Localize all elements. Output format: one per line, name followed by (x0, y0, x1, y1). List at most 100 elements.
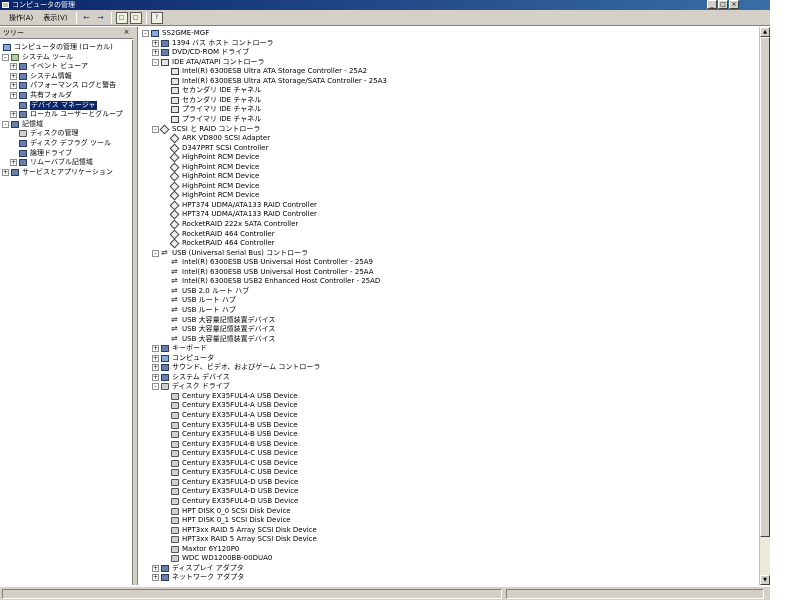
device-item-row[interactable]: - IDE ATA/ATAPI コントローラ (138, 58, 759, 68)
device-item-row[interactable]: Century EX35FUL4-D USB Device (138, 478, 759, 488)
device-item-row[interactable]: + DVD/CD-ROM ドライブ (138, 48, 759, 58)
expand-icon[interactable]: + (10, 82, 17, 90)
expand-icon[interactable]: + (152, 354, 159, 362)
device-item-row[interactable]: HighPoint RCM Device (138, 162, 759, 173)
collapse-icon[interactable]: - (152, 58, 159, 66)
device-item-row[interactable]: セカンダリ IDE チャネル (138, 96, 759, 106)
device-item-row[interactable]: RocketRAID 222x SATA Controller (138, 219, 759, 230)
device-item-row[interactable]: HPT DISK 0_0 SCSI Disk Device (138, 507, 759, 517)
tree-item-row[interactable]: - 記憶域 (0, 120, 132, 130)
device-item-row[interactable]: - ディスク ドライブ (138, 382, 759, 392)
device-item-row[interactable]: ⇌ USB 大容量記憶装置デバイス (138, 315, 759, 326)
device-item-row[interactable]: WDC WD1200BB-00DUA0 (138, 554, 759, 564)
tree-item-row[interactable]: デバイス マネージャ (0, 100, 132, 111)
tree-item-row[interactable]: + ローカル ユーザーとグループ (0, 110, 132, 120)
tree-item-row[interactable]: + パフォーマンス ログと警告 (0, 81, 132, 91)
device-item-row[interactable]: HPT374 UDMA/ATA133 RAID Controller (138, 209, 759, 220)
device-item-row[interactable]: Century EX35FUL4-B USB Device (138, 430, 759, 440)
device-item-row[interactable]: HighPoint RCM Device (138, 152, 759, 163)
expand-icon[interactable]: + (152, 574, 159, 582)
device-item-row[interactable]: + ディスプレイ アダプタ (138, 564, 759, 574)
expand-icon[interactable]: + (152, 39, 159, 47)
back-button[interactable]: ← (81, 12, 93, 24)
device-item-row[interactable]: ⇌ USB ルート ハブ (138, 305, 759, 316)
collapse-icon[interactable]: - (142, 30, 149, 37)
device-item-row[interactable]: Maxtor 6Y120P0 (138, 545, 759, 555)
tree-item-row[interactable]: + システム情報 (0, 72, 132, 82)
expand-icon[interactable]: + (10, 159, 17, 167)
tree-item-row[interactable]: 論理ドライブ (0, 149, 132, 159)
tree-item-row[interactable]: コンピュータの管理 (ローカル) (0, 43, 132, 53)
device-item-row[interactable]: ⇌ USB 大容量記憶装置デバイス (138, 334, 759, 345)
expand-icon[interactable]: + (152, 345, 159, 353)
tree-item-row[interactable]: + イベント ビューア (0, 62, 132, 72)
device-tree[interactable]: - SS2GME-MGF +1394 バス ホスト コントローラ + DVD/CD-RO… (137, 27, 759, 585)
device-item-row[interactable]: RocketRAID 464 Controller (138, 229, 759, 240)
expand-icon[interactable]: + (10, 111, 17, 119)
expand-icon[interactable]: + (10, 72, 17, 80)
device-item-row[interactable]: Intel(R) 6300ESB Ultra ATA Storage Contr… (138, 67, 759, 77)
tree-item-row[interactable]: ディスクの管理 (0, 129, 132, 139)
device-item-row[interactable]: Century EX35FUL4-D USB Device (138, 487, 759, 497)
device-item-row[interactable]: - SCSI と RAID コントローラ (138, 124, 759, 135)
scroll-thumb[interactable] (760, 37, 770, 537)
device-item-row[interactable]: セカンダリ IDE チャネル (138, 86, 759, 96)
minimize-button[interactable]: _ (707, 0, 717, 9)
device-item-row[interactable]: HighPoint RCM Device (138, 190, 759, 201)
expand-icon[interactable]: + (10, 92, 17, 99)
tree-item-row[interactable]: - システム ツール (0, 53, 132, 63)
device-item-row[interactable]: HPT DISK 0_1 SCSI Disk Device (138, 516, 759, 526)
device-item-row[interactable]: HPT374 UDMA/ATA133 RAID Controller (138, 200, 759, 211)
device-item-row[interactable]: + キーボード (138, 344, 759, 354)
expand-icon[interactable]: + (152, 364, 159, 372)
tree-close-button[interactable]: × (122, 28, 131, 37)
collapse-icon[interactable]: - (152, 383, 159, 391)
show-tree-button[interactable]: □ (129, 11, 142, 24)
help-button[interactable]: ? (150, 11, 163, 24)
maximize-button[interactable]: □ (718, 0, 728, 9)
console-tree[interactable]: コンピュータの管理 (ローカル) - システム ツール + イベント ビューア + システム… (0, 40, 133, 585)
device-item-row[interactable]: Intel(R) 6300ESB Ultra ATA Storage/SATA … (138, 77, 759, 87)
collapse-icon[interactable]: - (2, 53, 9, 61)
device-item-row[interactable]: RocketRAID 464 Controller (138, 238, 759, 249)
device-item-row[interactable]: Century EX35FUL4-B USB Device (138, 440, 759, 450)
device-item-row[interactable]: - SS2GME-MGF (138, 29, 759, 39)
scroll-down-icon[interactable]: ▼ (760, 575, 770, 585)
tree-item-row[interactable]: + 共有フォルダ (0, 91, 132, 101)
device-item-row[interactable]: ⇌ Intel(R) 6300ESB USB Universal Host Con… (138, 267, 759, 278)
collapse-icon[interactable]: - (2, 120, 9, 128)
collapse-icon[interactable]: - (152, 249, 159, 257)
device-item-row[interactable]: ⇌ USB ルート ハブ (138, 296, 759, 306)
device-item-row[interactable]: Century EX35FUL4-C USB Device (138, 468, 759, 478)
device-item-row[interactable]: HighPoint RCM Device (138, 171, 759, 182)
device-item-row[interactable]: ⇌ USB 大容量記憶装置デバイス (138, 325, 759, 335)
device-item-row[interactable]: HPT3xx RAID 5 Array SCSI Disk Device (138, 526, 759, 536)
device-item-row[interactable]: HighPoint RCM Device (138, 181, 759, 192)
device-item-row[interactable]: プライマリ IDE チャネル (138, 105, 759, 115)
expand-icon[interactable]: + (152, 373, 159, 381)
device-item-row[interactable]: Century EX35FUL4-C USB Device (138, 459, 759, 469)
menu-action[interactable]: 操作(A) (4, 11, 38, 25)
device-item-row[interactable]: Century EX35FUL4-A USB Device (138, 401, 759, 411)
device-item-row[interactable]: Century EX35FUL4-A USB Device (138, 392, 759, 402)
tree-item-row[interactable]: ディスク デフラグ ツール (0, 139, 132, 149)
close-button[interactable]: × (729, 0, 739, 9)
expand-icon[interactable]: + (2, 168, 9, 176)
expand-icon[interactable]: + (152, 49, 159, 57)
device-item-row[interactable]: ARK VD800 SCSI Adapter (138, 133, 759, 144)
forward-button[interactable]: → (95, 12, 107, 24)
vertical-scrollbar[interactable]: ▲ ▼ (759, 27, 770, 585)
device-item-row[interactable]: Century EX35FUL4-C USB Device (138, 449, 759, 459)
device-item-row[interactable]: - ⇌ USB (Universal Serial Bus) コントローラ (138, 248, 759, 259)
up-level-button[interactable]: □ (115, 11, 128, 24)
device-item-row[interactable]: Century EX35FUL4-B USB Device (138, 421, 759, 431)
device-item-row[interactable]: + ネットワーク アダプタ (138, 573, 759, 583)
device-item-row[interactable]: ⇌ Intel(R) 6300ESB USB Universal Host Con… (138, 258, 759, 268)
expand-icon[interactable]: + (10, 63, 17, 71)
tree-item-row[interactable]: + リムーバブル記憶域 (0, 158, 132, 168)
device-item-row[interactable]: Century EX35FUL4-D USB Device (138, 497, 759, 507)
device-item-row[interactable]: + コンピュータ (138, 354, 759, 364)
device-item-row[interactable]: + サウンド、ビデオ、およびゲーム コントローラ (138, 363, 759, 373)
menu-view[interactable]: 表示(V) (38, 11, 72, 25)
device-item-row[interactable]: +1394 バス ホスト コントローラ (138, 39, 759, 49)
